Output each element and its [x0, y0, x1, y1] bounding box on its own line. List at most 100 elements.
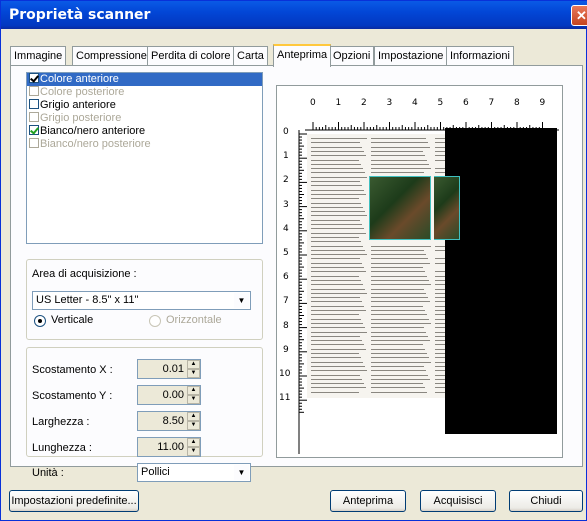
ruler-left-label: 0	[283, 127, 289, 137]
text-line	[311, 258, 360, 260]
chevron-down-icon[interactable]: ▼	[234, 465, 249, 480]
text-line	[311, 353, 359, 354]
text-line	[371, 383, 423, 385]
text-line	[371, 391, 427, 393]
spin-down-icon[interactable]: ▼	[187, 447, 200, 456]
spin-up-icon[interactable]: ▲	[187, 360, 200, 369]
checkbox[interactable]	[29, 99, 39, 109]
ruler-left-label: 10	[279, 369, 291, 379]
text-line	[311, 301, 362, 303]
text-line	[311, 228, 364, 230]
text-line	[311, 310, 366, 311]
width-spinner[interactable]: ▲ ▼	[187, 412, 200, 430]
tab-label: Informazioni	[450, 50, 510, 62]
text-line	[371, 327, 424, 329]
spin-down-icon[interactable]: ▼	[187, 395, 200, 404]
checkbox	[29, 86, 39, 96]
text-line	[371, 155, 425, 157]
scanned-photo-edge	[434, 176, 460, 240]
checkbox[interactable]	[29, 73, 39, 83]
preview-button[interactable]: Anteprima	[330, 490, 406, 512]
spin-up-icon[interactable]: ▲	[187, 412, 200, 421]
tab-anteprima[interactable]: Anteprima	[273, 44, 332, 67]
offset-y-spinner[interactable]: ▲ ▼	[187, 386, 200, 404]
length-input[interactable]: 11.00 ▲ ▼	[137, 437, 201, 457]
length-label: Lunghezza :	[32, 442, 92, 454]
list-item-colore-anteriore[interactable]: Colore anteriore	[27, 73, 262, 86]
text-line	[311, 249, 365, 251]
ruler-left-label: 1	[283, 151, 289, 162]
text-line	[371, 150, 423, 152]
offset-y-value: 0.00	[162, 389, 184, 401]
default-settings-button[interactable]: Impostazioni predefinite...	[9, 490, 139, 512]
preview-panel[interactable]: 0 1 2 3 4 5 6 7 8 9 0 1 2 3 4 5 6 7 8 9 10 11	[276, 85, 563, 458]
offset-x-spinner[interactable]: ▲ ▼	[187, 360, 200, 378]
image-type-list[interactable]: Colore anteriore Colore posteriore Grigi…	[26, 72, 263, 244]
tab-informazioni[interactable]: Informazioni	[446, 46, 514, 66]
text-line	[371, 378, 430, 380]
text-line	[311, 361, 363, 363]
offset-y-input[interactable]: 0.00 ▲ ▼	[137, 385, 201, 405]
list-item-bianco-nero-posteriore: Bianco/nero posteriore	[27, 138, 262, 151]
text-line	[311, 215, 367, 217]
width-value: 8.50	[162, 415, 184, 427]
tab-impostazione[interactable]: Impostazione	[374, 46, 448, 66]
text-line	[311, 172, 365, 174]
text-line	[311, 206, 363, 208]
tab-label: Anteprima	[277, 49, 328, 61]
offset-x-input[interactable]: 0.01 ▲ ▼	[137, 359, 201, 379]
tab-immagine[interactable]: Immagine	[10, 46, 67, 66]
checkbox	[29, 112, 39, 122]
tab-opzioni[interactable]: Opzioni	[329, 46, 375, 66]
spin-down-icon[interactable]: ▼	[187, 369, 200, 378]
ruler-top-label: 6	[463, 98, 469, 108]
text-line	[311, 236, 359, 238]
ruler-top-label: 1	[335, 98, 342, 108]
list-item-bianco-nero-anteriore[interactable]: Bianco/nero anteriore	[27, 125, 262, 138]
text-line	[371, 245, 431, 247]
text-line	[311, 254, 367, 256]
scan-button[interactable]: Acquisisci	[420, 490, 496, 512]
scanned-photo	[369, 176, 431, 240]
text-line	[311, 185, 362, 187]
spin-up-icon[interactable]: ▲	[187, 438, 200, 447]
list-item-label: Colore posteriore	[40, 86, 125, 98]
text-line	[371, 365, 424, 367]
text-line	[311, 271, 366, 273]
chevron-down-icon[interactable]: ▼	[234, 293, 249, 308]
tab-perdita-di-colore[interactable]: Perdita di colore	[147, 46, 235, 66]
text-line	[311, 198, 359, 200]
ruler-top-label: 4	[412, 98, 418, 108]
tab-carta[interactable]: Carta	[233, 46, 268, 66]
width-input[interactable]: 8.50 ▲ ▼	[137, 411, 201, 431]
text-line	[371, 267, 423, 268]
orientation-vertical-radio[interactable]	[34, 315, 46, 327]
length-spinner[interactable]: ▲ ▼	[187, 438, 200, 456]
text-line	[371, 279, 429, 281]
scan-area-select[interactable]: US Letter - 8.5" x 11" ▼	[32, 291, 251, 310]
length-value: 11.00	[157, 441, 184, 453]
list-item-label: Colore anteriore	[40, 73, 119, 85]
spin-down-icon[interactable]: ▼	[187, 421, 200, 430]
ruler-left-label: 5	[283, 248, 289, 258]
text-line	[371, 142, 428, 144]
text-line	[371, 310, 425, 311]
text-line	[371, 249, 424, 251]
close-icon[interactable]: ✕	[571, 5, 587, 26]
ruler-top-label: 8	[514, 98, 520, 108]
close-button[interactable]: Chiudi	[509, 490, 583, 512]
text-line	[311, 163, 361, 165]
ruler-left-label: 6	[283, 272, 289, 283]
ruler-left-label: 2	[283, 175, 289, 186]
ruler-left-label: 9	[283, 344, 289, 355]
spin-up-icon[interactable]: ▲	[187, 386, 200, 395]
unit-select[interactable]: Pollici ▼	[137, 463, 251, 482]
checkbox	[29, 138, 39, 148]
text-line	[371, 344, 423, 346]
checkbox[interactable]	[29, 125, 39, 135]
text-line	[311, 142, 360, 144]
text-line	[371, 314, 427, 316]
list-item-grigio-anteriore[interactable]: Grigio anteriore	[27, 99, 262, 112]
default-settings-label: Impostazioni predefinite...	[11, 495, 137, 507]
tab-compressione[interactable]: Compressione	[72, 46, 151, 66]
